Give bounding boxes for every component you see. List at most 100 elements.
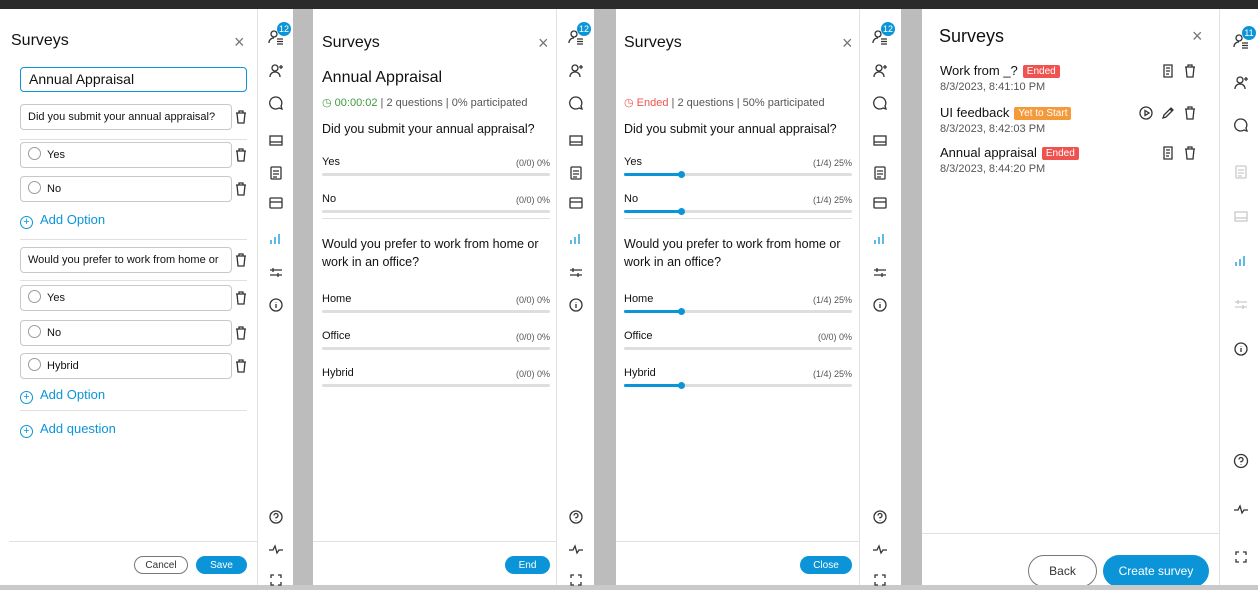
fullscreen-icon[interactable] bbox=[870, 570, 890, 590]
trash-icon[interactable] bbox=[1180, 143, 1200, 163]
help-icon[interactable] bbox=[1231, 451, 1251, 471]
add-question-button[interactable]: + Add question bbox=[20, 421, 116, 438]
add-user-icon[interactable] bbox=[566, 61, 586, 81]
trash-icon[interactable] bbox=[234, 181, 248, 197]
add-option-label: Add Option bbox=[40, 212, 106, 227]
result-bar bbox=[624, 208, 852, 215]
help-icon[interactable] bbox=[266, 507, 286, 527]
option-label: Home bbox=[322, 293, 352, 305]
option-input[interactable]: Yes bbox=[20, 142, 232, 168]
folder-icon[interactable] bbox=[566, 193, 586, 213]
info-icon[interactable] bbox=[566, 295, 586, 315]
survey-stats: 2 questions | 50% participated bbox=[677, 97, 825, 109]
activity-icon[interactable] bbox=[566, 539, 586, 559]
survey-name-line: Annual appraisal Ended bbox=[940, 145, 1079, 160]
trash-icon[interactable] bbox=[234, 147, 248, 163]
survey-title-input[interactable]: Annual Appraisal bbox=[20, 67, 247, 92]
panel-title: Surveys bbox=[939, 26, 1005, 46]
back-button[interactable]: Back bbox=[1028, 555, 1097, 585]
close-icon[interactable]: × bbox=[538, 34, 549, 52]
help-icon[interactable] bbox=[870, 507, 890, 527]
chat-icon[interactable] bbox=[266, 93, 286, 113]
clock-icon: ◷ bbox=[624, 97, 637, 109]
add-user-icon[interactable] bbox=[266, 61, 286, 81]
question-1-input[interactable]: Did you submit your annual appraisal? bbox=[20, 104, 232, 130]
chat-icon[interactable] bbox=[566, 93, 586, 113]
survey-meta: ◷ 00:00:02 | 2 questions | 0% participat… bbox=[322, 97, 528, 109]
info-icon[interactable] bbox=[870, 295, 890, 315]
option-percentage: (0/0) 0% bbox=[515, 195, 550, 205]
trash-icon[interactable] bbox=[1180, 61, 1200, 81]
results-icon[interactable] bbox=[1158, 61, 1178, 81]
trash-icon[interactable] bbox=[234, 252, 248, 268]
notes-icon[interactable] bbox=[266, 163, 286, 183]
chat-icon[interactable] bbox=[870, 93, 890, 113]
option-label: Yes bbox=[624, 156, 642, 168]
info-icon[interactable] bbox=[266, 295, 286, 315]
trash-icon[interactable] bbox=[1180, 103, 1200, 123]
cancel-button[interactable]: Cancel bbox=[134, 556, 188, 574]
option-input[interactable]: Yes bbox=[20, 285, 232, 311]
option-input[interactable]: Hybrid bbox=[20, 353, 232, 379]
folder-icon[interactable] bbox=[266, 193, 286, 213]
trash-icon[interactable] bbox=[234, 358, 248, 374]
survey-list-item[interactable]: Annual appraisal Ended 8/3/2023, 8:44:20 P… bbox=[940, 145, 1210, 183]
survey-list-item[interactable]: UI feedback Yet to Start 8/3/2023, 8:42:03… bbox=[940, 105, 1210, 143]
notes-icon bbox=[1231, 162, 1251, 182]
result-bar bbox=[322, 347, 550, 350]
add-option-button[interactable]: + Add Option bbox=[20, 387, 105, 404]
add-user-icon[interactable] bbox=[1231, 73, 1251, 93]
notes-icon[interactable] bbox=[566, 163, 586, 183]
edit-icon[interactable] bbox=[1158, 103, 1178, 123]
play-icon[interactable] bbox=[1136, 103, 1156, 123]
close-button[interactable]: Close bbox=[800, 556, 852, 574]
whiteboard-icon[interactable] bbox=[870, 130, 890, 150]
question-2-input[interactable]: Would you prefer to work from home or bbox=[20, 247, 232, 273]
fullscreen-icon[interactable] bbox=[1231, 547, 1251, 567]
folder-icon[interactable] bbox=[870, 193, 890, 213]
save-button[interactable]: Save bbox=[196, 556, 247, 574]
end-button[interactable]: End bbox=[505, 556, 550, 574]
poll-icon[interactable] bbox=[266, 229, 286, 249]
fullscreen-icon[interactable] bbox=[566, 570, 586, 590]
help-icon[interactable] bbox=[566, 507, 586, 527]
close-icon[interactable]: × bbox=[234, 33, 245, 51]
whiteboard-icon[interactable] bbox=[266, 130, 286, 150]
fullscreen-icon[interactable] bbox=[266, 570, 286, 590]
create-survey-button[interactable]: Create survey bbox=[1103, 555, 1209, 585]
close-icon[interactable]: × bbox=[1192, 27, 1203, 45]
survey-name: Annual Appraisal bbox=[322, 69, 443, 86]
survey-live-panel: Surveys × Annual Appraisal ◷ 00:00:02 | … bbox=[313, 9, 556, 585]
close-icon[interactable]: × bbox=[842, 34, 853, 52]
activity-icon[interactable] bbox=[1231, 499, 1251, 519]
activity-icon[interactable] bbox=[266, 539, 286, 559]
survey-list-item[interactable]: Work from _? Ended 8/3/2023, 8:41:10 PM bbox=[940, 63, 1210, 101]
divider bbox=[293, 9, 313, 585]
result-bar-fill bbox=[624, 384, 681, 387]
trash-icon[interactable] bbox=[234, 109, 248, 125]
poll-icon[interactable] bbox=[566, 229, 586, 249]
add-user-icon[interactable] bbox=[870, 61, 890, 81]
trash-icon[interactable] bbox=[234, 325, 248, 341]
settings-sliders-icon[interactable] bbox=[566, 262, 586, 282]
poll-icon[interactable] bbox=[1231, 251, 1251, 271]
add-option-button[interactable]: + Add Option bbox=[20, 212, 105, 229]
question-2-text: Would you prefer to work from home or bbox=[624, 237, 841, 251]
option-input[interactable]: No bbox=[20, 176, 232, 202]
survey-date: 8/3/2023, 8:42:03 PM bbox=[940, 123, 1046, 135]
notes-icon[interactable] bbox=[870, 163, 890, 183]
side-rail: 12 bbox=[257, 9, 293, 586]
settings-sliders-icon[interactable] bbox=[266, 262, 286, 282]
chat-icon[interactable] bbox=[1231, 115, 1251, 135]
results-icon[interactable] bbox=[1158, 143, 1178, 163]
poll-icon[interactable] bbox=[870, 229, 890, 249]
trash-icon[interactable] bbox=[234, 290, 248, 306]
info-icon[interactable] bbox=[1231, 339, 1251, 359]
settings-sliders-icon[interactable] bbox=[870, 262, 890, 282]
whiteboard-icon[interactable] bbox=[566, 130, 586, 150]
status-badge: Yet to Start bbox=[1014, 107, 1072, 120]
activity-icon[interactable] bbox=[870, 539, 890, 559]
option-input[interactable]: No bbox=[20, 320, 232, 346]
divider bbox=[594, 9, 616, 585]
option-percentage: (0/0) 0% bbox=[515, 295, 550, 305]
